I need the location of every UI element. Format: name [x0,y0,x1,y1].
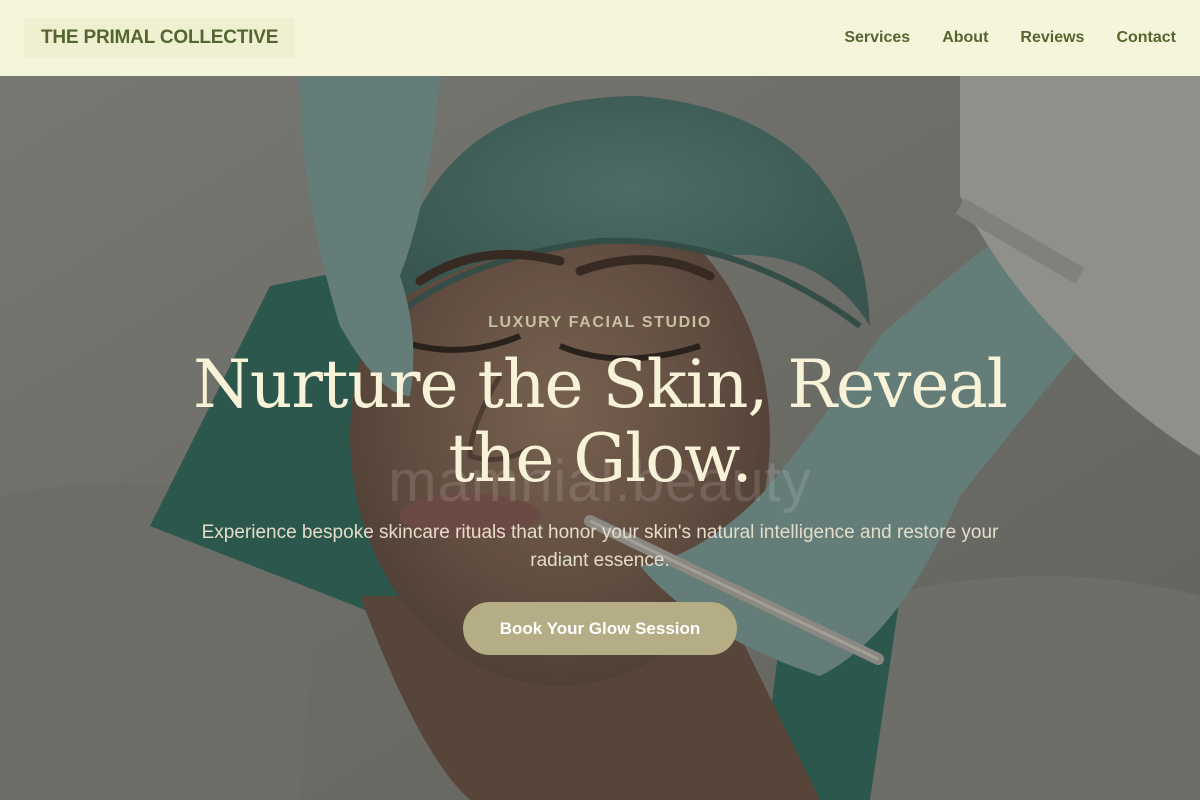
nav-link-reviews[interactable]: Reviews [1020,29,1084,47]
nav-link-services[interactable]: Services [844,29,910,47]
hero-headline: Nurture the Skin, Reveal the Glow. [193,346,1008,497]
hero-section: LUXURY FACIAL STUDIO mamnial.beauty Nurt… [0,76,1200,800]
brand-logo[interactable]: THE PRIMAL COLLECTIVE [24,18,296,58]
site-header: THE PRIMAL COLLECTIVE Services About Rev… [0,0,1200,76]
book-glow-session-button[interactable]: Book Your Glow Session [463,602,737,655]
hero-content: LUXURY FACIAL STUDIO mamnial.beauty Nurt… [0,76,1200,800]
nav-link-contact[interactable]: Contact [1116,29,1176,47]
nav-link-about[interactable]: About [942,29,988,47]
hero-eyebrow: LUXURY FACIAL STUDIO [488,314,712,331]
hero-subtext: Experience bespoke skincare rituals that… [201,522,999,571]
main-nav: Services About Reviews Contact [844,29,1176,47]
